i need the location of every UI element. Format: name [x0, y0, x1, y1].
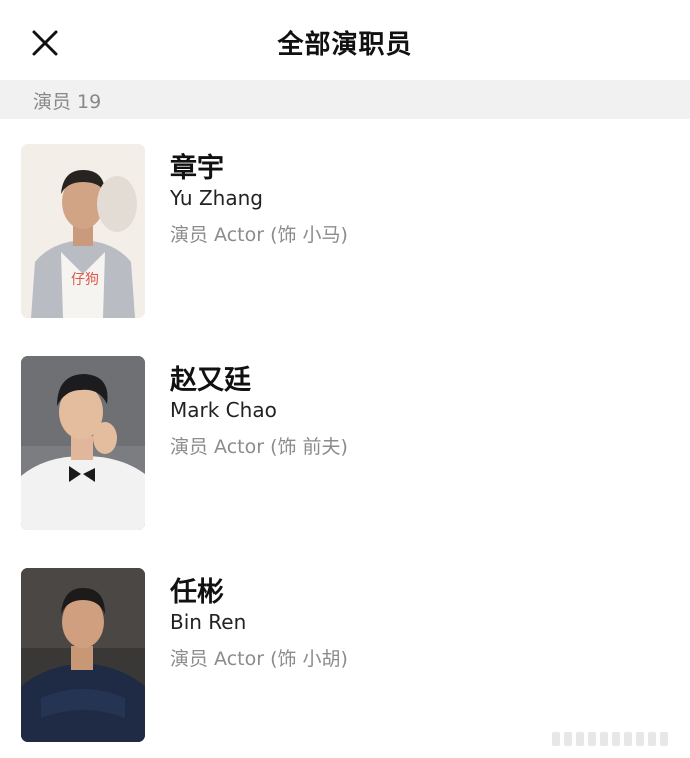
- actor-name-en: Mark Chao: [170, 398, 277, 422]
- actor-name-cn: 任彬: [170, 577, 224, 608]
- svg-text:仔狗: 仔狗: [71, 272, 99, 288]
- page-title: 全部演职员: [277, 30, 413, 60]
- cast-item[interactable]: 仔狗 章宇 Yu Zhang 演员 Actor (饰 小马): [0, 144, 690, 318]
- cast-item[interactable]: 任彬 Bin Ren 演员 Actor (饰 小胡): [0, 568, 690, 742]
- cast-item[interactable]: 赵又廷 Mark Chao 演员 Actor (饰 前夫): [0, 356, 690, 530]
- actor-name-cn: 章宇: [170, 153, 224, 184]
- actor-name-en: Yu Zhang: [170, 186, 263, 210]
- actor-name-cn: 赵又廷: [170, 365, 251, 396]
- actor-role: 演员 Actor (饰 小胡): [170, 648, 348, 670]
- section-label: 演员 19: [33, 91, 102, 113]
- actor-photo[interactable]: 仔狗: [21, 144, 145, 318]
- actor-name-en: Bin Ren: [170, 610, 247, 634]
- section-header: 演员 19: [0, 80, 690, 119]
- actor-photo[interactable]: [21, 356, 145, 530]
- watermark-logo: [552, 732, 668, 746]
- actor-photo[interactable]: [21, 568, 145, 742]
- actor-role: 演员 Actor (饰 前夫): [170, 436, 348, 458]
- actor-role: 演员 Actor (饰 小马): [170, 224, 348, 246]
- header-bar: 全部演职员: [0, 0, 690, 80]
